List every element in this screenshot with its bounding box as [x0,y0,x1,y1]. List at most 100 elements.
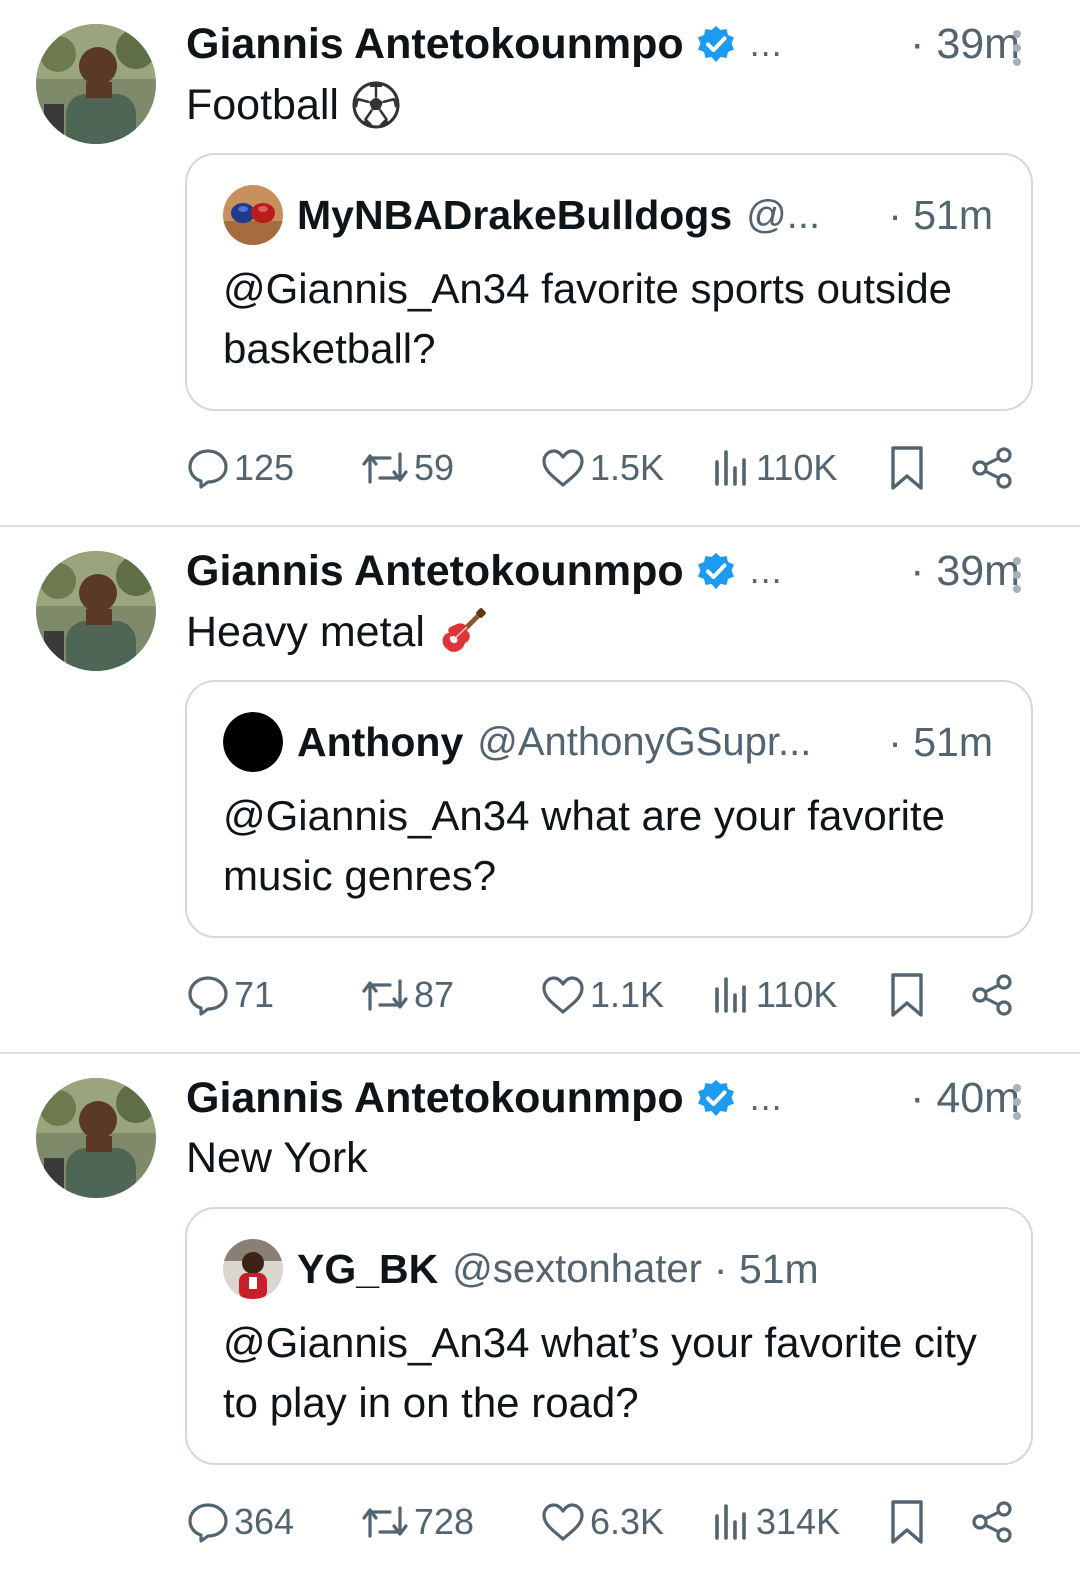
quote-header: Anthony @AnthonyGSupr... · 51m [223,712,993,772]
like-count: 1.1K [590,974,665,1015]
reply-button[interactable]: 71 [186,965,274,1025]
quote-time: · 51m [713,1245,819,1292]
repost-icon [362,979,408,1011]
author-avatar[interactable] [36,551,156,671]
tweet[interactable]: Giannis Antetokounmpo ... · 39m Football [0,0,1080,527]
verified-badge-icon [697,1080,734,1116]
bookmark-button[interactable] [888,965,926,1025]
like-count: 1.5K [590,447,665,488]
views-button[interactable]: 110K [712,965,837,1025]
reply-icon [188,976,228,1016]
tweet-header: Giannis Antetokounmpo ... · 40m [186,1072,1020,1124]
repost-count: 728 [414,1501,475,1542]
views-button[interactable]: 110K [712,438,837,498]
tweet-text: New York [186,1134,368,1183]
like-icon [542,1503,584,1541]
repost-button[interactable]: 59 [360,438,454,498]
more-icon[interactable] [1010,1082,1024,1122]
quote-author-name: Anthony [297,718,464,765]
quoted-tweet[interactable]: Anthony @AnthonyGSupr... · 51m @Giannis_… [185,680,1033,938]
tweet-time[interactable]: · 40m [910,1074,1020,1123]
tweet-text-content: Heavy metal [186,607,425,656]
quote-avatar [223,1239,283,1299]
like-icon [542,449,584,487]
reply-count: 364 [234,1501,295,1542]
author-name[interactable]: Giannis Antetokounmpo [186,20,684,69]
share-button[interactable] [970,438,1014,498]
bookmark-icon [891,973,923,1017]
quote-author-name: MyNBADrakeBulldogs [297,191,733,238]
author-avatar[interactable] [36,1078,156,1198]
share-button[interactable] [970,965,1014,1025]
tweet-text: Heavy metal [186,607,487,657]
tweet-text-content: Football [186,80,339,129]
repost-count: 59 [414,447,455,488]
handle-truncated: ... [749,1077,783,1118]
quoted-tweet[interactable]: YG_BK @sextonhater · 51m @Giannis_An34 w… [185,1207,1033,1465]
action-bar: 364 728 6.3K 314K [186,1492,1026,1552]
handle-truncated: ... [749,550,783,591]
quote-header: MyNBADrakeBulldogs @... · 51m [223,185,993,245]
action-bar: 71 87 1.1K 110K [186,965,1026,1025]
bookmark-button[interactable] [888,1492,926,1552]
quote-time: · 51m [888,718,993,765]
tweet-time[interactable]: · 39m [910,547,1020,596]
bookmark-icon [891,1500,923,1544]
views-count: 314K [756,1501,841,1542]
views-icon [715,1504,746,1540]
tweet-header: Giannis Antetokounmpo ... · 39m [186,18,1020,70]
repost-icon [362,1506,408,1538]
like-button[interactable]: 1.5K [540,438,664,498]
tweet-time[interactable]: · 39m [910,20,1020,69]
quote-avatar [223,712,283,772]
tweet-header: Giannis Antetokounmpo ... · 39m [186,545,1020,597]
reply-button[interactable]: 364 [186,1492,294,1552]
tweet-text: Football [186,80,401,130]
quote-handle: @sextonhater [452,1246,702,1291]
views-count: 110K [756,447,838,488]
quote-header: YG_BK @sextonhater · 51m [223,1239,993,1299]
tweet[interactable]: Giannis Antetokounmpo ... · 40m New York [0,1054,1080,1581]
share-icon [972,1501,1012,1543]
quote-avatar [223,185,283,245]
reply-icon [188,1503,228,1543]
views-icon [715,977,746,1013]
like-count: 6.3K [590,1501,665,1542]
author-name[interactable]: Giannis Antetokounmpo [186,547,684,596]
views-icon [715,450,746,486]
repost-count: 87 [414,974,455,1015]
verified-badge-icon [697,26,734,62]
repost-button[interactable]: 728 [360,1492,474,1552]
tweet-text-content: New York [186,1134,368,1182]
quote-handle: @AnthonyGSupr... [477,719,812,764]
guitar-icon [442,608,486,652]
author-avatar[interactable] [36,24,156,144]
quote-text: @Giannis_An34 favorite sports outside ba… [223,265,953,372]
quote-handle: @... [746,192,821,237]
quote-text: @Giannis_An34 what are your favorite mus… [223,792,946,899]
share-button[interactable] [970,1492,1014,1552]
like-button[interactable]: 6.3K [540,1492,664,1552]
views-button[interactable]: 314K [712,1492,840,1552]
repost-button[interactable]: 87 [360,965,454,1025]
handle-truncated: ... [749,23,783,64]
like-button[interactable]: 1.1K [540,965,664,1025]
tweet[interactable]: Giannis Antetokounmpo ... · 39m Heavy me… [0,527,1080,1054]
quoted-tweet[interactable]: MyNBADrakeBulldogs @... · 51m @Giannis_A… [185,153,1033,411]
quote-text: @Giannis_An34 what’s your favorite city … [223,1319,977,1426]
bookmark-icon [891,446,923,490]
more-icon[interactable] [1010,28,1024,68]
share-icon [972,447,1012,489]
bookmark-button[interactable] [888,438,926,498]
action-bar: 125 59 1.5K 110K [186,438,1026,498]
like-icon [542,976,584,1014]
soccer-ball-icon [352,81,400,129]
more-icon[interactable] [1010,555,1024,595]
reply-count: 125 [234,447,295,488]
reply-icon [188,449,228,489]
reply-count: 71 [234,974,275,1015]
quote-author-name: YG_BK [297,1245,439,1292]
reply-button[interactable]: 125 [186,438,294,498]
quote-time: · 51m [888,191,993,238]
author-name[interactable]: Giannis Antetokounmpo [186,1074,684,1123]
